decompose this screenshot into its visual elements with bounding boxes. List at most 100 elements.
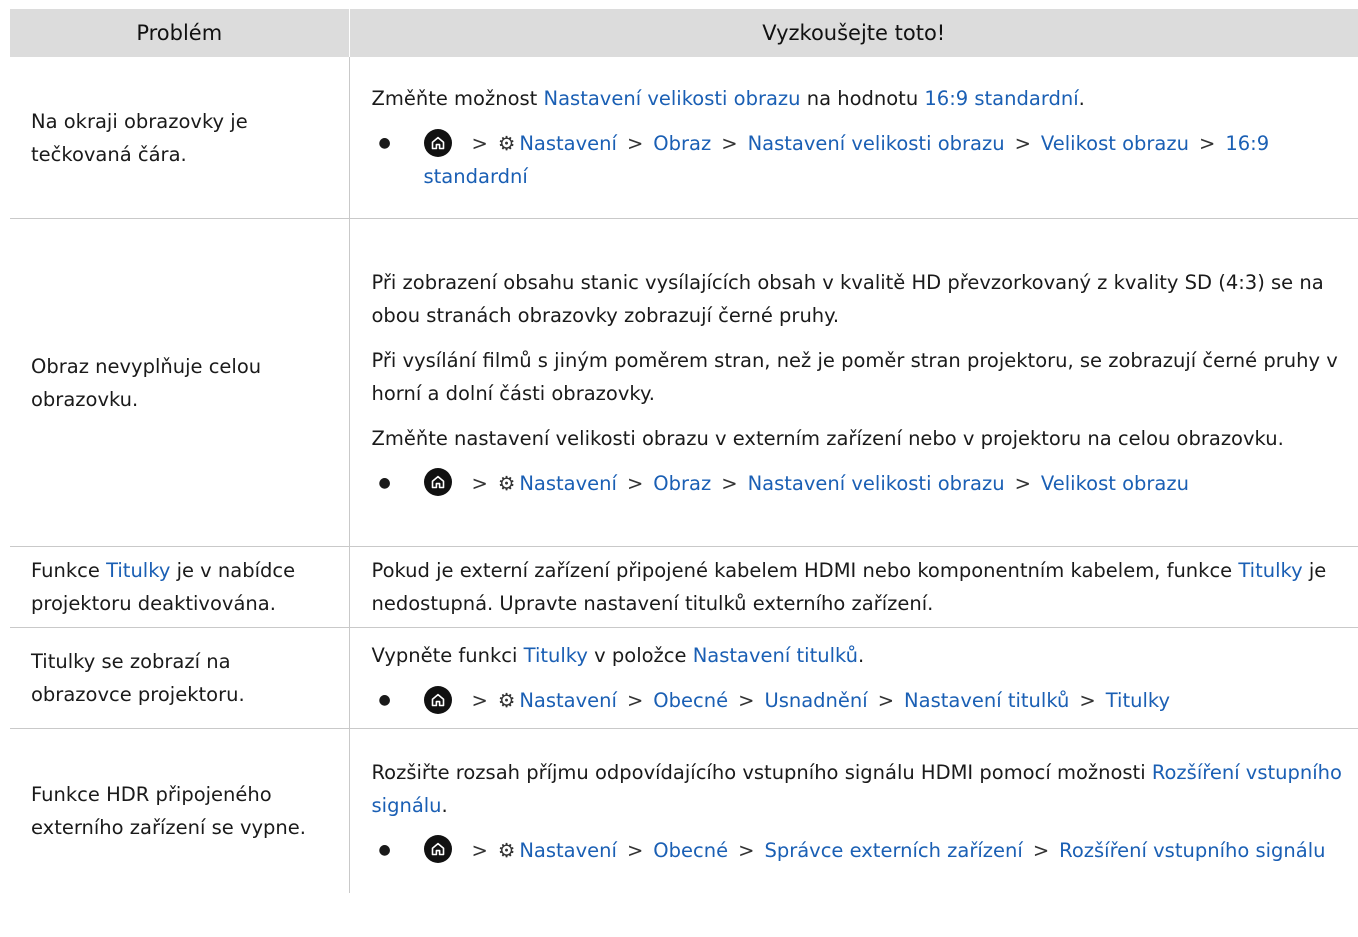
text-segment: Rozšiřte rozsah příjmu odpovídajícího vs… — [371, 760, 1152, 784]
menu-path-item[interactable]: Obecné — [653, 839, 728, 862]
chevron-right-icon: > — [738, 689, 755, 712]
problem-cell: Funkce HDR připojeného externího zařízen… — [10, 728, 350, 893]
menu-path: ● > ⚙ Nastavení > Obecné > Usnadnění > Nastavení … — [372, 684, 1345, 717]
solution-paragraph: Změňte nastavení velikosti obrazu v exte… — [372, 422, 1345, 455]
chevron-right-icon: > — [1198, 132, 1216, 155]
menu-path-item[interactable]: Rozšíření vstupního signálu — [1059, 839, 1325, 862]
table-row: Na okraji obrazovky je tečkovaná čára. Zm… — [10, 57, 1358, 219]
table-header-row: Problém Vyzkoušejte toto! — [10, 9, 1358, 57]
menu-path: ● > ⚙ Nastavení > Obecné > Správce externích za… — [372, 834, 1345, 867]
solution-paragraph: Rozšiřte rozsah příjmu odpovídajícího vs… — [372, 756, 1345, 822]
menu-link[interactable]: Nastavení titulků — [693, 644, 858, 667]
home-icon[interactable] — [423, 468, 452, 496]
chevron-right-icon: > — [721, 132, 738, 155]
menu-path-item[interactable]: Nastavení — [519, 689, 617, 712]
chevron-right-icon: > — [626, 838, 644, 862]
bullet-dot: ● — [378, 474, 391, 491]
solution-paragraph: Vypněte funkci Titulky v položce Nastave… — [372, 639, 1345, 672]
chevron-right-icon: > — [1014, 132, 1031, 155]
text-segment: Funkce HDR připojeného externího zařízen… — [31, 783, 306, 839]
chevron-right-icon: > — [1014, 471, 1031, 495]
text-segment: . — [1078, 87, 1085, 110]
text-segment: . — [858, 644, 865, 667]
solution-paragraph: Změňte možnost Nastavení velikosti obraz… — [372, 82, 1345, 115]
menu-path-item[interactable]: Velikost obrazu — [1041, 472, 1189, 495]
menu-path-item[interactable]: Nastavení velikosti obrazu — [748, 472, 1005, 495]
menu-path-item[interactable]: Obraz — [653, 472, 711, 495]
header-solution: Vyzkoušejte toto! — [348, 9, 1358, 57]
text-segment: . — [441, 793, 448, 817]
menu-path-item[interactable]: Obraz — [653, 132, 711, 155]
gear-icon: ⚙ — [497, 689, 516, 712]
chevron-right-icon: > — [1079, 689, 1096, 712]
text-segment: Obraz nevyplňuje celou obrazovku. — [31, 354, 262, 411]
bullet-dot: ● — [378, 841, 391, 858]
table-row: Obraz nevyplňuje celou obrazovku. Při zob… — [10, 218, 1358, 547]
menu-path-item[interactable]: Usnadnění — [764, 689, 867, 712]
table-row: Titulky se zobrazí na obrazovce projekto… — [10, 627, 1358, 729]
text-segment: na hodnotu — [800, 87, 925, 110]
problem-cell: Na okraji obrazovky je tečkovaná čára. — [10, 57, 350, 219]
menu-path-item[interactable]: Nastavení titulků — [904, 689, 1069, 712]
home-icon[interactable] — [423, 685, 452, 714]
menu-path-item[interactable]: Nastavení velikosti obrazu — [748, 132, 1005, 155]
solution-cell: Při zobrazení obsahu stanic vysílajících… — [349, 218, 1358, 547]
header-problem: Problém — [10, 9, 349, 57]
problem-cell: Funkce Titulky je v nabídce projektoru d… — [10, 546, 350, 628]
text-segment: Pokud je externí zařízení připojené kabe… — [371, 559, 1239, 582]
chevron-right-icon: > — [626, 132, 644, 155]
text-segment: Na okraji obrazovky je tečkovaná čára. — [31, 109, 248, 166]
table-row: Funkce Titulky je v nabídce projektoru d… — [10, 546, 1358, 628]
chevron-right-icon: > — [877, 689, 895, 712]
text-segment: Změňte nastavení velikosti obrazu v exte… — [371, 426, 1284, 450]
solution-paragraph: Pokud je externí zařízení připojené kabe… — [372, 554, 1345, 620]
menu-link[interactable]: 16:9 standardní — [924, 87, 1078, 110]
text-segment: Funkce — [31, 559, 107, 582]
chevron-right-icon: > — [471, 689, 488, 712]
menu-path-item[interactable]: Velikost obrazu — [1041, 132, 1189, 155]
chevron-right-icon: > — [738, 838, 755, 862]
text-segment: Změňte možnost — [371, 87, 544, 110]
bullet-dot: ● — [378, 135, 391, 151]
chevron-right-icon: > — [471, 838, 488, 862]
gear-icon: ⚙ — [497, 132, 516, 155]
troubleshooting-table: Problém Vyzkoušejte toto! Na okraji obra… — [10, 9, 1358, 893]
solution-cell: Vypněte funkci Titulky v položce Nastave… — [349, 627, 1358, 729]
menu-link[interactable]: Titulky — [106, 559, 170, 582]
home-icon[interactable] — [423, 835, 452, 863]
chevron-right-icon: > — [1032, 838, 1050, 862]
table-row: Funkce HDR připojeného externího zařízen… — [10, 728, 1358, 894]
text-segment: Při vysílání filmů s jiným poměrem stran… — [371, 348, 1338, 405]
problem-cell: Obraz nevyplňuje celou obrazovku. — [10, 218, 350, 547]
home-icon[interactable] — [423, 128, 452, 157]
menu-link[interactable]: Nastavení velikosti obrazu — [544, 87, 801, 110]
menu-path-item[interactable]: Nastavení — [519, 839, 617, 862]
solution-cell: Pokud je externí zařízení připojené kabe… — [349, 546, 1358, 628]
solution-cell: Rozšiřte rozsah příjmu odpovídajícího vs… — [349, 729, 1358, 894]
gear-icon: ⚙ — [497, 471, 516, 495]
text-segment: Vypněte funkci — [371, 644, 524, 667]
menu-path-item[interactable]: Titulky — [1106, 689, 1170, 712]
chevron-right-icon: > — [626, 689, 644, 712]
menu-path: ● > ⚙ Nastavení > Obraz > Nastavení velikosti o… — [372, 127, 1345, 193]
menu-path-item[interactable]: Nastavení — [519, 472, 617, 495]
menu-path-item[interactable]: Nastavení — [519, 132, 617, 155]
text-segment: v položce — [587, 644, 693, 667]
menu-link[interactable]: Titulky — [524, 644, 588, 667]
text-segment: Titulky se zobrazí na obrazovce projekto… — [31, 650, 245, 706]
menu-path-item[interactable]: Obecné — [653, 689, 728, 712]
menu-path-item[interactable]: Správce externích zařízení — [764, 839, 1022, 862]
solution-paragraph: Při vysílání filmů s jiným poměrem stran… — [372, 344, 1345, 410]
bullet-dot: ● — [378, 692, 391, 708]
problem-cell: Titulky se zobrazí na obrazovce projekto… — [10, 627, 350, 729]
chevron-right-icon: > — [471, 471, 488, 495]
gear-icon: ⚙ — [497, 838, 516, 862]
solution-cell: Změňte možnost Nastavení velikosti obraz… — [349, 57, 1358, 219]
solution-paragraph: Při zobrazení obsahu stanic vysílajících… — [372, 266, 1345, 332]
menu-link[interactable]: Titulky — [1238, 559, 1302, 582]
chevron-right-icon: > — [471, 132, 488, 155]
chevron-right-icon: > — [626, 471, 644, 495]
chevron-right-icon: > — [721, 471, 738, 495]
text-segment: Při zobrazení obsahu stanic vysílajících… — [371, 270, 1324, 327]
menu-path: ● > ⚙ Nastavení > Obraz > Nastavení velikosti o… — [372, 467, 1345, 500]
